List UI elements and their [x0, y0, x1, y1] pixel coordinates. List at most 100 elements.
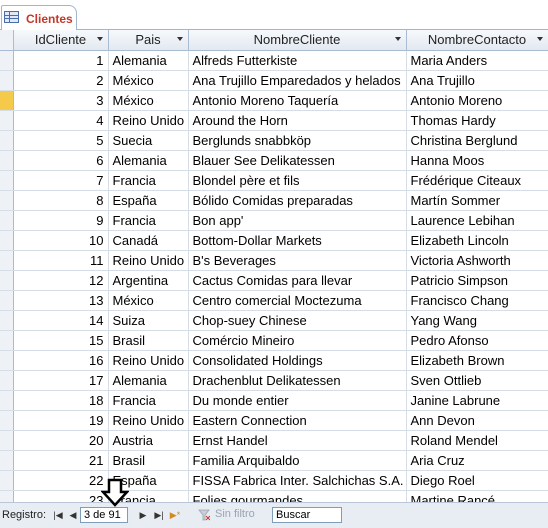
cell-idcliente[interactable]: 20 [13, 430, 109, 451]
cell-nombrecliente[interactable]: Drachenblut Delikatessen [188, 370, 407, 391]
cell-idcliente[interactable]: 22 [13, 470, 109, 491]
column-header-pais[interactable]: Pais [108, 30, 189, 51]
cell-nombrecliente[interactable]: Cactus Comidas para llevar [188, 270, 407, 291]
cell-pais[interactable]: Argentina [108, 270, 189, 291]
row-selector[interactable] [0, 370, 14, 391]
cell-nombrecontacto[interactable]: Laurence Lebihan [406, 210, 548, 231]
cell-nombrecontacto[interactable]: Sven Ottlieb [406, 370, 548, 391]
cell-pais[interactable]: Francia [108, 210, 189, 231]
cell-pais[interactable]: México [108, 70, 189, 91]
cell-nombrecontacto[interactable]: Martín Sommer [406, 190, 548, 211]
select-all-cell[interactable] [0, 30, 14, 51]
cell-nombrecliente[interactable]: Familia Arquibaldo [188, 450, 407, 471]
cell-idcliente[interactable]: 19 [13, 410, 109, 431]
row-selector[interactable] [0, 470, 14, 491]
cell-pais[interactable]: Brasil [108, 330, 189, 351]
cell-pais[interactable]: Alemania [108, 150, 189, 171]
row-selector[interactable] [0, 90, 14, 111]
cell-nombrecontacto[interactable]: Francisco Chang [406, 290, 548, 311]
cell-nombrecliente[interactable]: FISSA Fabrica Inter. Salchichas S.A. [188, 470, 407, 491]
cell-idcliente[interactable]: 9 [13, 210, 109, 231]
current-record-field[interactable]: 3 de 91 [80, 507, 128, 523]
cell-idcliente[interactable]: 10 [13, 230, 109, 251]
cell-idcliente[interactable]: 23 [13, 490, 109, 502]
table-row[interactable]: 4 Reino Unido Around the Horn Thomas Hardy [0, 110, 548, 131]
row-selector[interactable] [0, 450, 14, 471]
cell-nombrecliente[interactable]: Eastern Connection [188, 410, 407, 431]
cell-nombrecliente[interactable]: Bon app' [188, 210, 407, 231]
cell-pais[interactable]: Alemania [108, 50, 189, 71]
cell-nombrecontacto[interactable]: Ann Devon [406, 410, 548, 431]
table-row[interactable]: 6 Alemania Blauer See Delikatessen Hanna Mo… [0, 150, 548, 171]
row-selector[interactable] [0, 410, 14, 431]
cell-idcliente[interactable]: 4 [13, 110, 109, 131]
row-selector[interactable] [0, 190, 14, 211]
row-selector[interactable] [0, 50, 14, 71]
cell-pais[interactable]: España [108, 190, 189, 211]
cell-idcliente[interactable]: 2 [13, 70, 109, 91]
cell-pais[interactable]: Alemania [108, 370, 189, 391]
cell-idcliente[interactable]: 11 [13, 250, 109, 271]
cell-pais[interactable]: Francia [108, 390, 189, 411]
table-row[interactable]: 17 Alemania Drachenblut Delikatessen Sven O… [0, 370, 548, 391]
tab-clientes[interactable]: Clientes [1, 5, 77, 30]
sort-dropdown-icon[interactable] [536, 37, 543, 41]
row-selector[interactable] [0, 210, 14, 231]
table-row[interactable]: 15 Brasil Comércio Mineiro Pedro Afonso [0, 330, 548, 351]
cell-nombrecontacto[interactable]: Antonio Moreno [406, 90, 548, 111]
row-selector[interactable] [0, 110, 14, 131]
row-selector[interactable] [0, 310, 14, 331]
cell-idcliente[interactable]: 18 [13, 390, 109, 411]
cell-pais[interactable]: Reino Unido [108, 250, 189, 271]
cell-nombrecontacto[interactable]: Victoria Ashworth [406, 250, 548, 271]
cell-nombrecliente[interactable]: Ernst Handel [188, 430, 407, 451]
cell-nombrecontacto[interactable]: Aria Cruz [406, 450, 548, 471]
cell-idcliente[interactable]: 13 [13, 290, 109, 311]
cell-nombrecontacto[interactable]: Christina Berglund [406, 130, 548, 151]
new-record-icon[interactable]: ▶* [169, 508, 181, 522]
column-header-nombrecliente[interactable]: NombreCliente [188, 30, 407, 51]
cell-nombrecliente[interactable]: Around the Horn [188, 110, 407, 131]
cell-nombrecliente[interactable]: Consolidated Holdings [188, 350, 407, 371]
table-row[interactable]: 7 Francia Blondel père et fils Frédérique C… [0, 170, 548, 191]
cell-nombrecliente[interactable]: Comércio Mineiro [188, 330, 407, 351]
column-header-nombrecontacto[interactable]: NombreContacto [406, 30, 548, 51]
cell-idcliente[interactable]: 5 [13, 130, 109, 151]
cell-pais[interactable]: México [108, 90, 189, 111]
cell-nombrecontacto[interactable]: Elizabeth Lincoln [406, 230, 548, 251]
table-row[interactable]: 2 México Ana Trujillo Emparedados y helado… [0, 70, 548, 91]
cell-nombrecontacto[interactable]: Pedro Afonso [406, 330, 548, 351]
table-row[interactable]: 18 Francia Du monde entier Janine Labrune [0, 390, 548, 411]
cell-pais[interactable]: Brasil [108, 450, 189, 471]
cell-pais[interactable]: Suecia [108, 130, 189, 151]
cell-pais[interactable]: Reino Unido [108, 410, 189, 431]
sort-dropdown-icon[interactable] [176, 37, 183, 41]
table-row[interactable]: 1 Alemania Alfreds Futterkiste Maria Anders [0, 50, 548, 71]
cell-idcliente[interactable]: 1 [13, 50, 109, 71]
table-row[interactable]: 20 Austria Ernst Handel Roland Mendel [0, 430, 548, 451]
table-row[interactable]: 22 España FISSA Fabrica Inter. Salchichas … [0, 470, 548, 491]
row-selector[interactable] [0, 330, 14, 351]
table-row[interactable]: 9 Francia Bon app' Laurence Lebihan [0, 210, 548, 231]
cell-nombrecontacto[interactable]: Roland Mendel [406, 430, 548, 451]
table-row[interactable]: 11 Reino Unido B's Beverages Victoria Ashwo… [0, 250, 548, 271]
table-row[interactable]: 13 México Centro comercial Moctezuma Franci… [0, 290, 548, 311]
cell-nombrecontacto[interactable]: Diego Roel [406, 470, 548, 491]
row-selector[interactable] [0, 70, 14, 91]
cell-nombrecliente[interactable]: Blondel père et fils [188, 170, 407, 191]
cell-nombrecliente[interactable]: B's Beverages [188, 250, 407, 271]
row-selector[interactable] [0, 390, 14, 411]
cell-nombrecliente[interactable]: Berglunds snabbköp [188, 130, 407, 151]
row-selector[interactable] [0, 230, 14, 251]
column-header-idcliente[interactable]: IdCliente [13, 30, 109, 51]
cell-idcliente[interactable]: 8 [13, 190, 109, 211]
first-record-icon[interactable]: |◀ [52, 508, 64, 522]
cell-nombrecliente[interactable]: Bólido Comidas preparadas [188, 190, 407, 211]
sort-dropdown-icon[interactable] [96, 37, 103, 41]
cell-pais[interactable]: México [108, 290, 189, 311]
cell-idcliente[interactable]: 14 [13, 310, 109, 331]
cell-nombrecontacto[interactable]: Elizabeth Brown [406, 350, 548, 371]
cell-nombrecontacto[interactable]: Patricio Simpson [406, 270, 548, 291]
cell-nombrecliente[interactable]: Folies gourmandes [188, 490, 407, 502]
row-selector[interactable] [0, 430, 14, 451]
